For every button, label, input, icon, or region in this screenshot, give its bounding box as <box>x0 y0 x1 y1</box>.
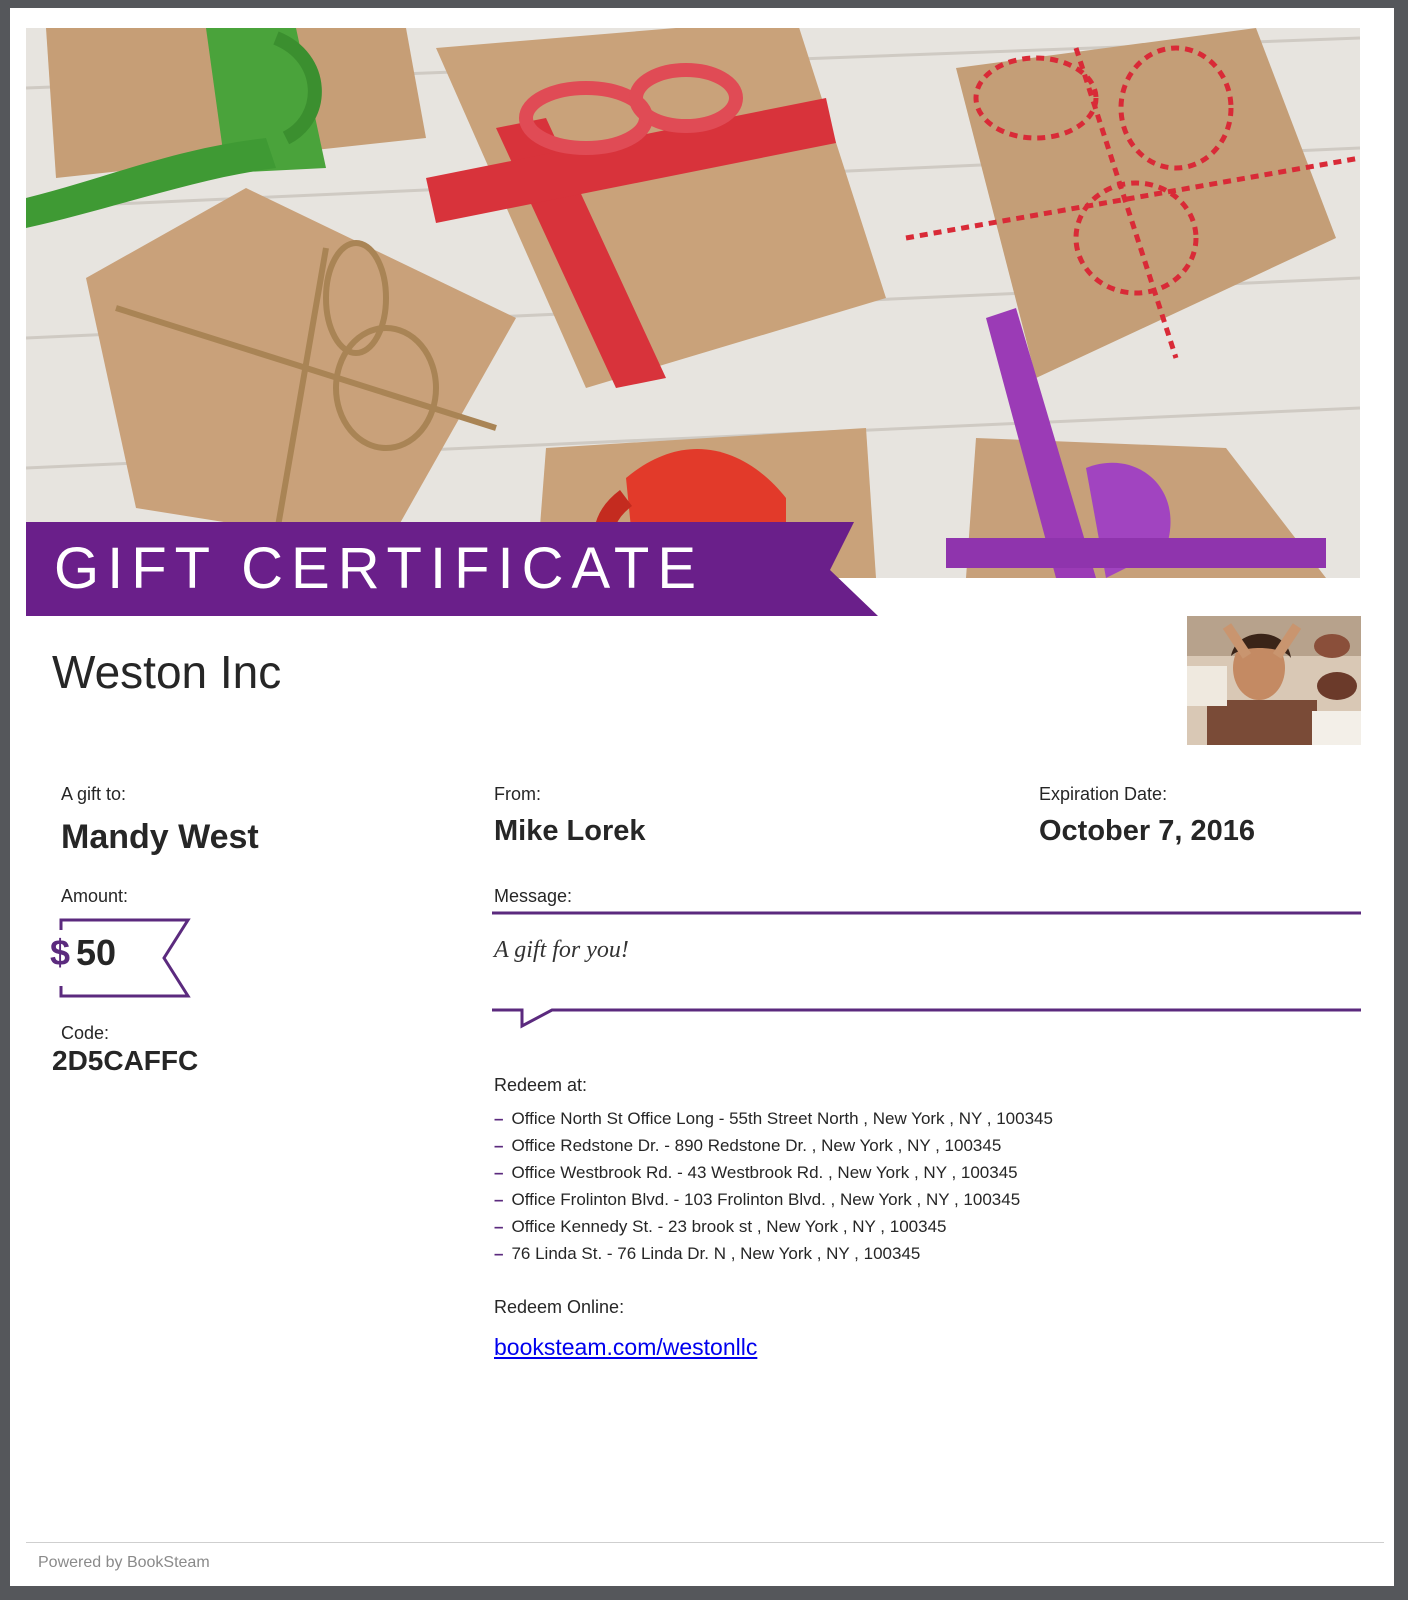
window-frame-bottom <box>0 1586 1408 1600</box>
business-name: Weston Inc <box>52 646 282 698</box>
dash-icon: – <box>494 1244 504 1263</box>
redeem-online-link[interactable]: booksteam.com/westonllc <box>494 1334 757 1361</box>
list-item: –76 Linda St. - 76 Linda Dr. N , New Yor… <box>494 1244 921 1263</box>
window-frame-left <box>0 0 10 1600</box>
message-box <box>492 911 1361 1029</box>
list-item: – Office Frolinton Blvd. - 103 Frolinton … <box>494 1190 1021 1209</box>
amount-label: Amount: <box>61 886 129 906</box>
code-label: Code: <box>61 1023 110 1043</box>
currency-symbol: $ <box>50 932 71 973</box>
amount-number: 50 <box>76 932 117 973</box>
list-item: – Office Kennedy St. - 23 brook st , New … <box>494 1217 947 1236</box>
spa-massage-photo <box>1187 616 1361 745</box>
dash-icon: – <box>494 1109 504 1128</box>
window-frame-top <box>0 0 1408 8</box>
expiration-label: Expiration Date: <box>1039 784 1168 804</box>
dash-icon: – <box>494 1217 504 1236</box>
dash-icon: – <box>494 1163 504 1182</box>
message-text: A gift for you! <box>494 937 629 963</box>
list-item: – Office Redstone Dr. - 890 Redstone Dr. … <box>494 1136 1002 1155</box>
footer-powered-by: Powered by BookSteam <box>38 1554 210 1571</box>
amount-value: $50 <box>50 932 116 974</box>
gift-boxes-photo <box>26 28 1360 578</box>
sender-label: From: <box>494 784 541 804</box>
message-label: Message: <box>494 886 573 906</box>
redeem-label: Redeem at: <box>494 1075 588 1095</box>
recipient-label: A gift to: <box>61 784 127 804</box>
window-frame-right <box>1394 0 1408 1600</box>
list-item: – Office North St Office Long - 55th Stre… <box>494 1109 1053 1128</box>
expiration-date: October 7, 2016 <box>1039 815 1255 847</box>
redeem-online-label: Redeem Online: <box>494 1297 625 1317</box>
sender-name: Mike Lorek <box>494 815 646 847</box>
recipient-name: Mandy West <box>61 818 259 856</box>
list-item: – Office Westbrook Rd. - 43 Westbrook Rd.… <box>494 1163 1018 1182</box>
code-value: 2D5CAFFC <box>52 1045 199 1076</box>
dash-icon: – <box>494 1136 504 1155</box>
dash-icon: – <box>494 1190 504 1209</box>
footer-divider <box>26 1542 1384 1543</box>
certificate-title: GIFT CERTIFICATE <box>54 536 705 601</box>
redeem-locations-list: – Office North St Office Long - 55th Stre… <box>494 1105 1053 1267</box>
